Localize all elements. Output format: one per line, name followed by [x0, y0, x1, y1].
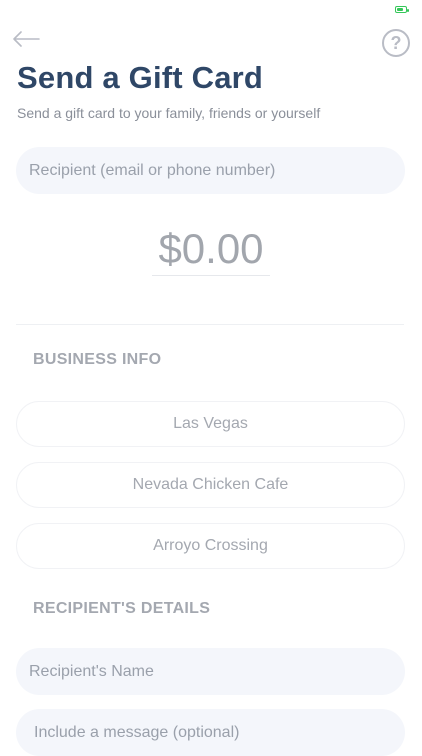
recipient-input[interactable]: Recipient (email or phone number) [16, 147, 405, 194]
business-info-heading: BUSINESS INFO [33, 351, 162, 368]
page-title: Send a Gift Card [17, 60, 264, 95]
business-option-arroyo-crossing[interactable]: Arroyo Crossing [16, 523, 405, 569]
recipient-details-heading: RECIPIENT'S DETAILS [33, 600, 211, 617]
arrow-left-icon [13, 31, 40, 47]
message-input[interactable]: Include a message (optional) [16, 709, 405, 756]
help-button[interactable]: ? [382, 29, 410, 57]
business-option-nevada-chicken-cafe[interactable]: Nevada Chicken Cafe [16, 462, 405, 508]
page-subtitle: Send a gift card to your family, friends… [17, 105, 321, 121]
amount-input[interactable]: $0.00 [152, 225, 270, 276]
divider [16, 324, 404, 325]
back-button[interactable] [12, 28, 42, 50]
battery-icon [395, 6, 409, 13]
recipient-name-input[interactable]: Recipient's Name [16, 648, 405, 695]
business-option-las-vegas[interactable]: Las Vegas [16, 401, 405, 447]
question-circle-icon: ? [390, 32, 402, 53]
